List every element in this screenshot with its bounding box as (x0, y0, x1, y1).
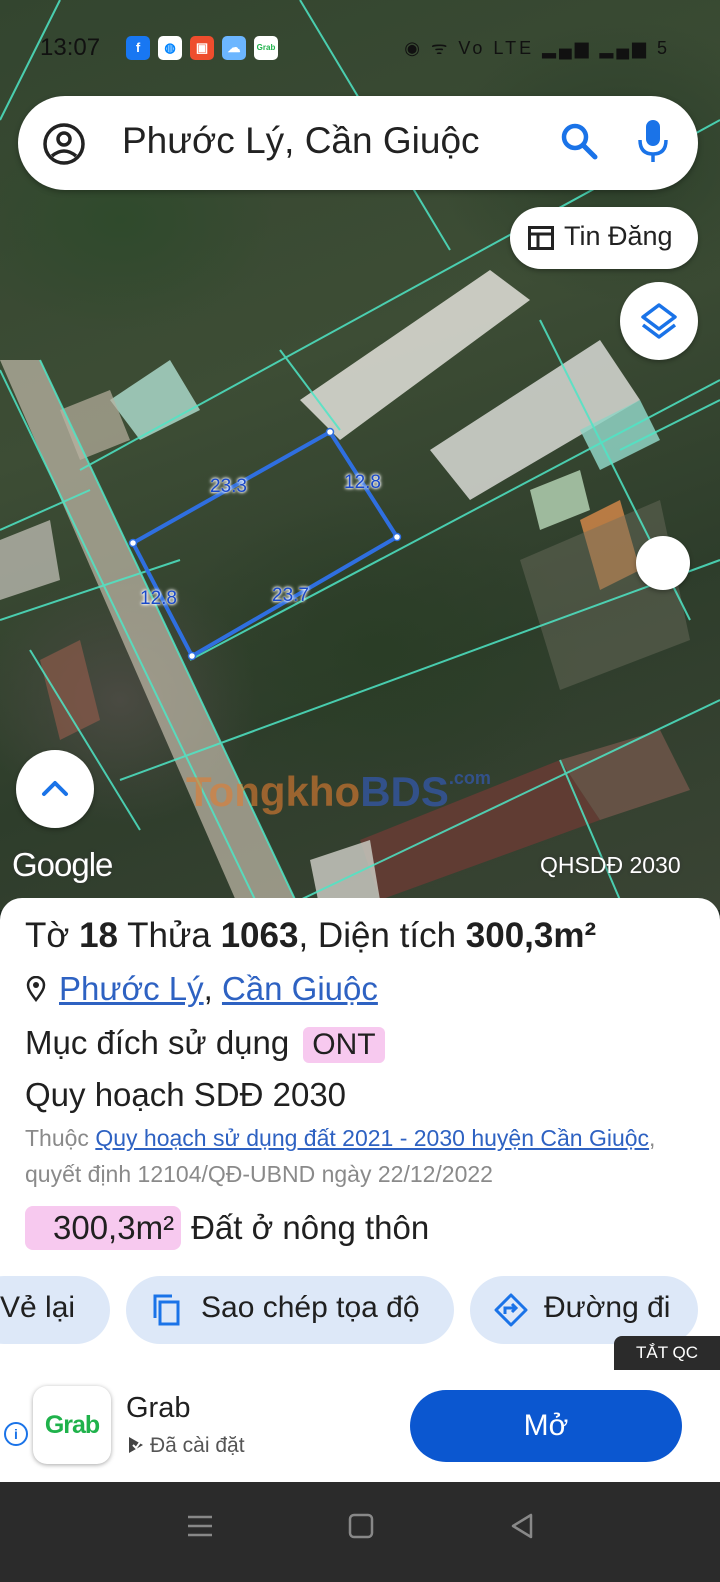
plan-title: Quy hoạch SDĐ 2030 (25, 1076, 347, 1113)
plan-link[interactable]: Quy hoạch sử dụng đất 2021 - 2030 huyện … (95, 1125, 649, 1151)
messenger-icon: ◍ (158, 36, 182, 60)
status-right-icons: ◉ ᯤ Vo LTE ▂▄▆ ▂▄▆ 5 (404, 38, 670, 58)
search-icon[interactable] (558, 120, 600, 162)
parcel-location: Phước Lý, Cần Giuộc (25, 970, 378, 1008)
search-bar[interactable]: Phước Lý, Cần Giuộc (18, 96, 698, 190)
purpose-code-badge: ONT (303, 1027, 385, 1063)
ad-banner[interactable]: i Grab Grab Đã cài đặt Mở (0, 1370, 720, 1482)
parcel-title: Tờ 18 Thửa 1063, Diện tích 300,3m² (25, 916, 597, 955)
status-time: 13:07 (40, 34, 101, 61)
directions-button[interactable]: Đường đi (470, 1276, 698, 1344)
back-icon[interactable] (508, 1512, 536, 1540)
layers-button[interactable] (620, 282, 698, 360)
directions-icon (494, 1293, 528, 1327)
area-badge: 300,3m² (25, 1206, 182, 1250)
edge-length-label: 12.8 (140, 588, 177, 609)
status-bar: 13:07 f ◍ ▣ ☁ Grab ◉ ᯤ Vo LTE ▂▄▆ ▂▄▆ 5 (0, 28, 720, 68)
area-type: Đất ở nông thôn (191, 1209, 430, 1246)
microphone-icon[interactable] (636, 118, 670, 164)
google-logo: Google (12, 846, 113, 883)
watermark: TongkhoBDS.com (186, 768, 491, 815)
home-icon[interactable] (347, 1512, 375, 1540)
ad-info-icon[interactable]: i (4, 1422, 28, 1446)
tin-dang-label: Tin Đăng (564, 221, 673, 251)
plan-source: Thuộc Quy hoạch sử dụng đất 2021 - 2030 … (25, 1125, 656, 1187)
copy-coordinates-button[interactable]: Sao chép tọa độ (126, 1276, 454, 1344)
system-nav-bar (0, 1482, 720, 1582)
listing-icon (528, 226, 554, 250)
edge-length-label: 23.7 (272, 585, 309, 606)
shopee-icon: ▣ (190, 36, 214, 60)
edge-length-label: 23.3 (210, 476, 247, 497)
grab-notification-icon: Grab (254, 36, 278, 60)
ad-app-name: Grab (126, 1392, 191, 1424)
close-ads-button[interactable]: TẮT QC (614, 1336, 720, 1370)
side-handle-button[interactable] (636, 536, 690, 590)
copy-icon (153, 1294, 180, 1326)
land-use-purpose: Mục đích sử dụng ONT (25, 1024, 385, 1063)
area-breakdown: 300,3m² Đất ở nông thôn (25, 1206, 429, 1250)
open-app-button[interactable]: Mở (410, 1390, 682, 1462)
chevron-up-icon (42, 781, 68, 796)
tin-dang-button[interactable]: Tin Đăng (510, 207, 698, 269)
facebook-icon: f (126, 36, 150, 60)
map-layer-name: QHSDĐ 2030 (540, 852, 681, 878)
search-query[interactable]: Phước Lý, Cần Giuộc (122, 120, 480, 162)
play-store-icon (129, 1437, 143, 1453)
menu-icon[interactable] (186, 1512, 214, 1540)
location-link-ward[interactable]: Phước Lý (59, 970, 204, 1007)
account-icon[interactable] (42, 122, 86, 166)
edge-length-label: 12.8 (344, 472, 381, 493)
ad-install-status: Đã cài đặt (126, 1434, 245, 1458)
parcel-info-panel: Tờ 18 Thửa 1063, Diện tích 300,3m² Phước… (0, 898, 720, 1373)
weather-icon: ☁ (222, 36, 246, 60)
grab-app-icon: Grab (33, 1386, 111, 1464)
expand-up-button[interactable] (16, 750, 94, 828)
layers-icon (641, 303, 677, 339)
redraw-button[interactable]: Vẻ lại (0, 1276, 110, 1344)
location-link-district[interactable]: Cần Giuộc (222, 970, 378, 1007)
location-pin-icon (26, 975, 46, 1003)
